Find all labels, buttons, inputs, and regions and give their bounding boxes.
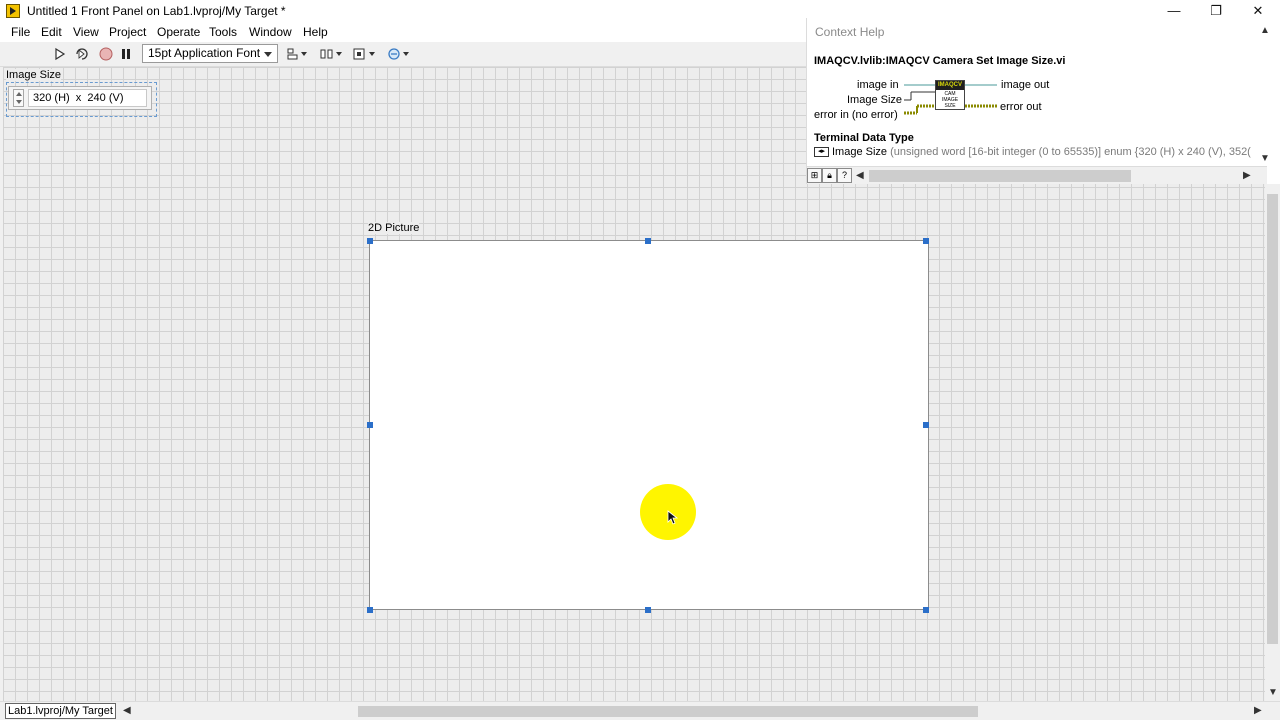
context-help-title: Context Help	[815, 25, 885, 39]
status-bar: Lab1.lvproj/My Target ◀ ▶	[0, 701, 1280, 720]
resize-handle[interactable]	[645, 607, 651, 613]
chevron-down-icon	[16, 100, 22, 104]
scroll-right-icon[interactable]: ▶	[1254, 705, 1262, 716]
resize-handle[interactable]	[367, 238, 373, 244]
resize-handle[interactable]	[923, 422, 929, 428]
increment-decrement-spinner[interactable]	[13, 89, 24, 107]
resize-handle[interactable]	[923, 238, 929, 244]
pause-icon[interactable]	[118, 46, 134, 62]
font-select-value: 15pt Application Font	[148, 46, 261, 60]
terminal-image-out: image out	[1001, 79, 1050, 91]
horizontal-scroll-thumb[interactable]	[358, 706, 978, 717]
reorder-icon[interactable]	[387, 46, 411, 62]
vi-icon-text: CAM IMAGE SIZE	[941, 91, 959, 109]
scroll-down-icon[interactable]: ▼	[1268, 687, 1278, 698]
run-arrow-icon[interactable]	[53, 46, 69, 62]
picture-label: 2D Picture	[368, 222, 420, 234]
scroll-right-icon[interactable]: ▶	[1243, 170, 1251, 181]
resize-handle[interactable]	[923, 607, 929, 613]
distribute-objects-icon[interactable]	[319, 46, 343, 62]
scroll-left-icon[interactable]: ◀	[856, 170, 864, 181]
lock-help-icon[interactable]: 🔒︎	[822, 168, 837, 183]
scroll-up-icon[interactable]: ▲	[1260, 25, 1270, 36]
terminal-error-in: error in (no error)	[814, 109, 898, 121]
terminal-data-type-heading: Terminal Data Type	[814, 132, 914, 144]
menu-operate[interactable]: Operate	[157, 25, 200, 39]
terminal-image-in: image in	[857, 79, 899, 91]
abort-icon[interactable]	[98, 46, 114, 62]
labview-app-icon	[6, 4, 20, 18]
mouse-cursor-icon	[667, 510, 679, 529]
data-type-description: (unsigned word [16-bit integer (0 to 655…	[890, 146, 1251, 158]
2d-picture-indicator[interactable]	[369, 240, 929, 610]
terminal-data-type-line: ◂▸ Image Size (unsigned word [16-bit inte…	[814, 146, 1254, 158]
labview-window: Untitled 1 Front Panel on Lab1.lvproj/My…	[0, 0, 1280, 720]
terminal-error-out: error out	[1000, 101, 1042, 113]
data-type-name: Image Size	[832, 146, 888, 158]
resize-objects-icon[interactable]	[352, 46, 376, 62]
image-size-value[interactable]: 320 (H) x 240 (V)	[28, 89, 147, 107]
context-help-scroll-thumb[interactable]	[869, 170, 1131, 182]
chevron-down-icon	[264, 52, 272, 57]
menu-edit[interactable]: Edit	[41, 25, 62, 39]
resize-handle[interactable]	[367, 422, 373, 428]
run-continuously-icon[interactable]	[74, 46, 90, 62]
menu-bar: File Edit View Project Operate Tools Win…	[0, 22, 806, 42]
menu-tools[interactable]: Tools	[209, 25, 237, 39]
font-select[interactable]: 15pt Application Font	[142, 44, 278, 63]
resize-handle[interactable]	[645, 238, 651, 244]
enum-type-icon: ◂▸	[814, 147, 829, 158]
align-objects-icon[interactable]	[286, 46, 308, 62]
menu-file[interactable]: File	[11, 25, 30, 39]
window-title: Untitled 1 Front Panel on Lab1.lvproj/My…	[27, 4, 286, 18]
image-size-control[interactable]: 320 (H) x 240 (V)	[8, 86, 152, 110]
menu-view[interactable]: View	[73, 25, 99, 39]
project-target-label[interactable]: Lab1.lvproj/My Target	[5, 703, 116, 719]
chevron-up-icon	[16, 92, 22, 96]
detailed-help-button[interactable]: ?	[837, 168, 852, 183]
vertical-scroll-thumb[interactable]	[1267, 194, 1278, 644]
terminal-image-size: Image Size	[847, 94, 903, 106]
context-help-vertical-scrollbar[interactable]: ▲ ▼	[1254, 25, 1274, 165]
menu-help[interactable]: Help	[303, 25, 328, 39]
context-help-bottom-bar: ⊞ 🔒︎ ? ◀ ▶	[807, 166, 1267, 184]
scroll-down-icon[interactable]: ▼	[1260, 153, 1270, 164]
image-size-label: Image Size	[6, 69, 62, 81]
menu-project[interactable]: Project	[109, 25, 146, 39]
resize-handle[interactable]	[367, 607, 373, 613]
vi-icon-banner: IMAQCV	[936, 81, 964, 90]
context-help-window: Context Help IMAQCV.lvlib:IMAQCV Camera …	[806, 18, 1280, 184]
vi-icon: IMAQCV CAM IMAGE SIZE	[935, 80, 965, 110]
scroll-left-icon[interactable]: ◀	[123, 705, 131, 716]
show-optional-terminals-button[interactable]: ⊞	[807, 168, 822, 183]
menu-window[interactable]: Window	[249, 25, 292, 39]
panel-vertical-scrollbar[interactable]: ▼	[1265, 184, 1280, 702]
toolbar: 15pt Application Font	[0, 42, 806, 67]
context-help-vi-name: IMAQCV.lvlib:IMAQCV Camera Set Image Siz…	[814, 55, 1066, 67]
